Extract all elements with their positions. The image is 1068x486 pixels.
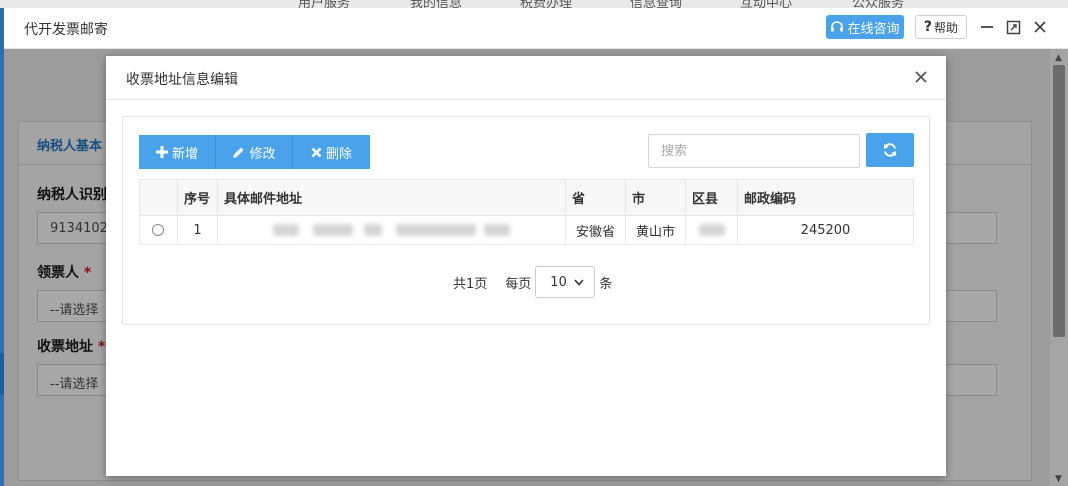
minimize-button[interactable] [977, 17, 997, 37]
per-page-prefix: 每页 [505, 276, 532, 292]
row-select-cell[interactable] [139, 215, 178, 245]
row-address [217, 215, 566, 245]
scroll-up-icon[interactable]: ▲ [1055, 53, 1062, 63]
maximize-button[interactable] [1003, 17, 1023, 37]
column-header-province[interactable]: 省 [565, 179, 626, 216]
online-consult-label: 在线咨询 [847, 21, 900, 37]
window-close-button[interactable] [1030, 17, 1050, 37]
modal-title: 收票地址信息编辑 [126, 72, 238, 88]
online-consult-button[interactable]: 在线咨询 [826, 15, 904, 39]
delete-label: 删除 [325, 146, 352, 162]
address-table: 序号 具体邮件地址 省 市 区县 邮政编码 1 安徽省 黄山市 245200 [139, 179, 914, 245]
panel-title: 纳税人基本 [37, 139, 103, 154]
redacted-text [273, 224, 300, 236]
add-label: 新增 [171, 146, 198, 162]
redacted-text [483, 224, 510, 236]
redacted-text [698, 224, 725, 236]
row-city: 黄山市 [625, 215, 686, 245]
table-header-row: 序号 具体邮件地址 省 市 区县 邮政编码 [139, 179, 914, 216]
row-county [685, 215, 738, 245]
scroll-down-icon[interactable]: ▼ [1055, 474, 1062, 484]
per-page-suffix: 条 [599, 276, 613, 292]
headset-icon [831, 21, 844, 32]
column-header-select [139, 179, 178, 216]
page-size-select[interactable]: 10 [535, 266, 596, 298]
help-label: 帮助 [934, 20, 959, 35]
taxpayer-id-label: 纳税人识别 [37, 187, 107, 203]
question-icon: ? [923, 19, 933, 35]
chevron-down-icon [574, 278, 584, 286]
receiver-label: 领票人 * [37, 265, 92, 281]
total-pages: 共1页 [453, 276, 488, 292]
address-list-card: 新增 修改 删除 搜索 序号 具体邮件地址 省 市 区县 邮政编码 1 安徽省 … [122, 116, 930, 325]
minimize-icon [981, 26, 993, 28]
delete-button[interactable]: 删除 [293, 135, 370, 169]
modal-header: 收票地址信息编辑 [106, 56, 946, 100]
column-header-postcode[interactable]: 邮政编码 [737, 179, 914, 216]
table-row[interactable]: 1 安徽省 黄山市 245200 [139, 215, 914, 245]
row-province: 安徽省 [565, 215, 626, 245]
scroll-thumb[interactable] [1053, 65, 1065, 337]
window-title: 代开发票邮寄 [24, 22, 108, 38]
pencil-icon [233, 147, 244, 158]
column-header-address[interactable]: 具体邮件地址 [217, 179, 566, 216]
row-postcode: 245200 [737, 215, 914, 245]
modal-close-button[interactable] [910, 66, 932, 88]
close-icon [1034, 21, 1046, 33]
redacted-text [395, 224, 476, 236]
refresh-icon [883, 143, 897, 157]
window-header: 代开发票邮寄 在线咨询 ? 帮助 [4, 8, 1068, 49]
edit-button[interactable]: 修改 [216, 135, 293, 169]
maximize-icon [1006, 20, 1020, 34]
redacted-text [363, 224, 382, 236]
redacted-text [313, 224, 354, 236]
add-button[interactable]: 新增 [139, 135, 216, 169]
column-header-city[interactable]: 市 [625, 179, 686, 216]
close-icon [915, 71, 927, 83]
top-nav-strip: 用户服务 我的信息 税费办理 信息查询 互动中心 公众服务 [0, 0, 1068, 11]
page-size-value: 10 [550, 274, 567, 290]
column-header-county[interactable]: 区县 [685, 179, 738, 216]
address-edit-modal: 收票地址信息编辑 新增 修改 删除 搜索 序号 具体邮件地址 省 市 区县 邮政… [106, 56, 946, 476]
address-label: 收票地址 * [37, 339, 106, 355]
toolbar: 新增 修改 删除 [139, 135, 370, 169]
pagination: 共1页 每页 10 条 [453, 266, 612, 298]
row-radio[interactable] [152, 224, 164, 236]
help-button[interactable]: ? 帮助 [915, 15, 967, 39]
x-icon [311, 147, 322, 157]
left-marker [0, 353, 4, 395]
window-scrollbar[interactable]: ▲ ▼ [1050, 49, 1068, 486]
search-input[interactable] [648, 134, 860, 168]
column-header-index[interactable]: 序号 [177, 179, 218, 216]
edit-label: 修改 [249, 146, 276, 162]
plus-icon [155, 146, 168, 158]
row-index: 1 [177, 215, 218, 245]
refresh-button[interactable] [866, 133, 914, 167]
